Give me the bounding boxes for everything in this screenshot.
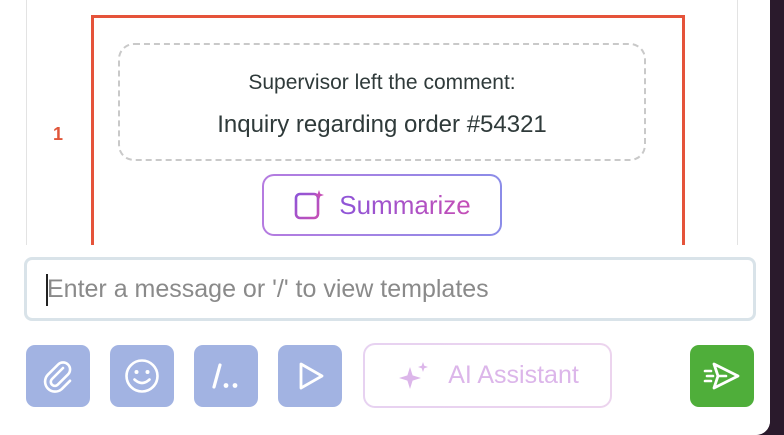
document-sparkle-icon xyxy=(294,190,325,220)
ai-assistant-button-content: AI Assistant xyxy=(365,345,610,406)
chat-column-divider xyxy=(737,0,738,245)
annotation-step-number: 1 xyxy=(53,124,64,144)
message-composer: AI Assistant xyxy=(0,245,770,435)
play-button[interactable] xyxy=(278,345,342,407)
sparkles-icon xyxy=(399,361,429,389)
chat-column-divider xyxy=(26,0,27,245)
message-input-container xyxy=(24,257,756,321)
ai-assistant-label: AI Assistant xyxy=(448,361,579,389)
play-icon xyxy=(299,362,324,390)
emoji-button[interactable] xyxy=(110,345,174,407)
smiley-icon xyxy=(125,359,159,393)
send-icon xyxy=(703,362,740,390)
text-caret xyxy=(46,274,48,306)
chat-history: 1 Supervisor left the comment: Inquiry r… xyxy=(0,0,770,251)
ai-assistant-button[interactable]: AI Assistant xyxy=(363,343,612,408)
send-button[interactable] xyxy=(690,345,754,407)
message-input[interactable] xyxy=(27,260,753,318)
templates-button[interactable] xyxy=(194,345,258,407)
supervisor-comment-caption: Supervisor left the comment: xyxy=(248,71,516,94)
slash-templates-icon xyxy=(212,363,238,389)
summarize-button-content: Summarize xyxy=(264,176,500,234)
summarize-button[interactable]: Summarize xyxy=(262,174,502,236)
attach-file-button[interactable] xyxy=(26,345,90,407)
supervisor-comment: Supervisor left the comment: Inquiry reg… xyxy=(118,43,646,161)
chat-window: 1 Supervisor left the comment: Inquiry r… xyxy=(0,0,770,435)
supervisor-comment-text: Inquiry regarding order #54321 xyxy=(217,111,547,138)
summarize-button-label: Summarize xyxy=(339,189,471,220)
paperclip-icon xyxy=(43,361,72,393)
